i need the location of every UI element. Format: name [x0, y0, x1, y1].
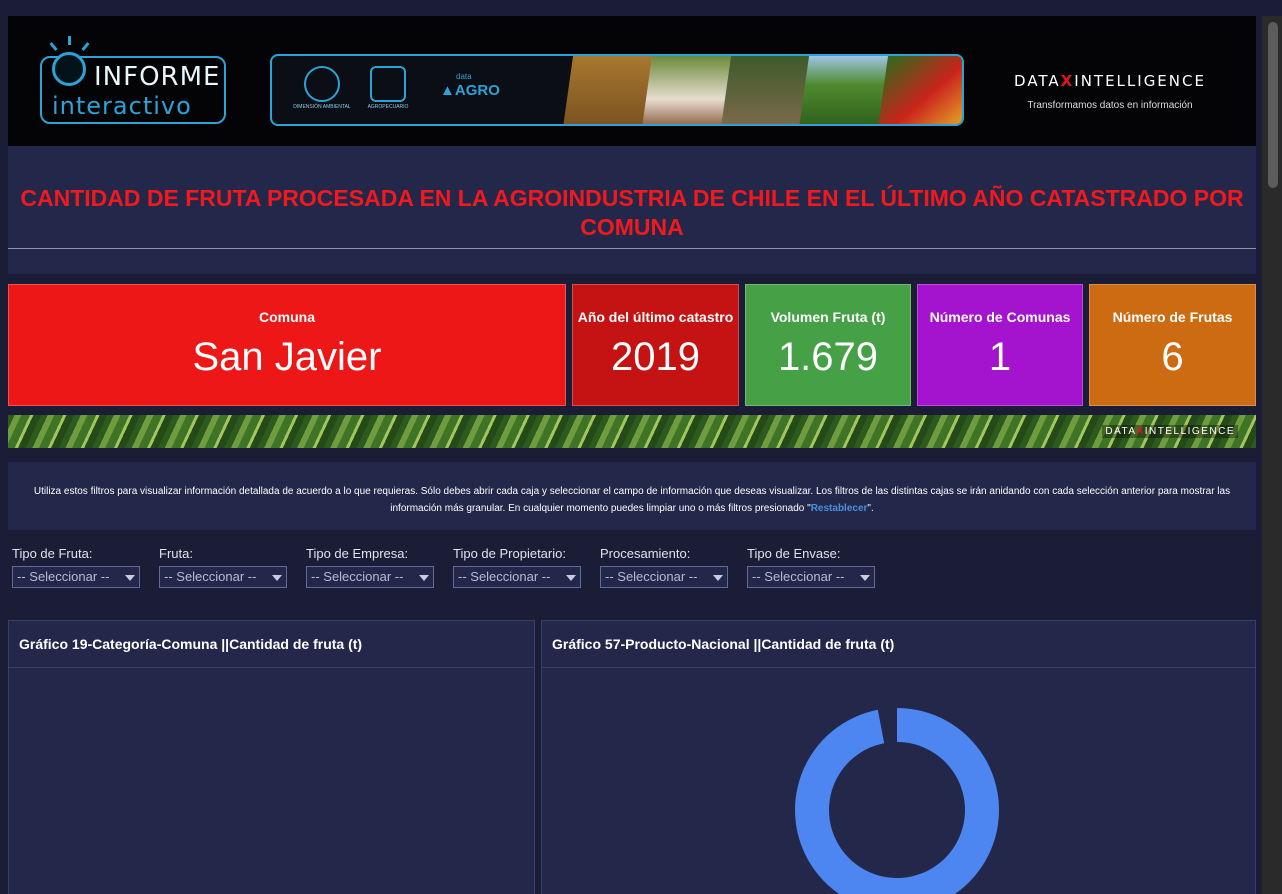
- donut-slice-0[interactable]: [795, 708, 999, 894]
- tipo-envase-select[interactable]: -- Seleccionar --: [747, 566, 875, 588]
- donut-chart: [795, 708, 999, 894]
- kpi-cards: Comuna San Javier Año del último catastr…: [8, 284, 1256, 406]
- data-intelligence-logo: DATAXINTELLIGENCE Transformamos datos en…: [1014, 72, 1206, 111]
- dimension-ambiental-seal-icon: [304, 66, 340, 102]
- chevron-down-icon: [125, 575, 135, 581]
- chart-panel-producto-nacional: Gráfico 57-Producto-Nacional ||Cantidad …: [541, 620, 1256, 894]
- kpi-card-volumen: Volumen Fruta (t) 1.679: [745, 284, 911, 406]
- filter-fruta: Fruta: -- Seleccionar --: [159, 546, 287, 588]
- page-title: CANTIDAD DE FRUTA PROCESADA EN LA AGROIN…: [20, 185, 1244, 240]
- filter-procesamiento: Procesamiento: -- Seleccionar --: [600, 546, 728, 588]
- filter-instructions: Utiliza estos filtros para visualizar in…: [8, 462, 1256, 530]
- scrollbar-thumb[interactable]: [1268, 22, 1278, 188]
- dashboard-page: INFORME interactivo DIMENSIÓN AMBIENTAL …: [8, 16, 1256, 894]
- chevron-down-icon: [419, 575, 429, 581]
- title-section: CANTIDAD DE FRUTA PROCESADA EN LA AGROIN…: [8, 146, 1256, 274]
- chart-panel-title: Gráfico 57-Producto-Nacional ||Cantidad …: [542, 621, 1255, 668]
- restablecer-link[interactable]: Restablecer: [811, 503, 868, 514]
- chevron-down-icon: [713, 575, 723, 581]
- kpi-card-frutas: Número de Frutas 6: [1089, 284, 1256, 406]
- kpi-card-anio: Año del último catastro 2019: [572, 284, 739, 406]
- filter-tipo-propietario: Tipo de Propietario: -- Seleccionar --: [453, 546, 581, 588]
- tipo-propietario-select[interactable]: -- Seleccionar --: [453, 566, 581, 588]
- lightbulb-icon: [52, 52, 86, 86]
- filter-tipo-empresa: Tipo de Empresa: -- Seleccionar --: [306, 546, 434, 588]
- procesamiento-select[interactable]: -- Seleccionar --: [600, 566, 728, 588]
- kpi-card-comunas: Número de Comunas 1: [917, 284, 1083, 406]
- agropecuario-seal-icon: [370, 66, 406, 102]
- chart-panel-categoria-comuna: Gráfico 19-Categoría-Comuna ||Cantidad d…: [8, 620, 535, 894]
- partner-logos-banner: DIMENSIÓN AMBIENTAL AGROPECUARIO data ▲A…: [270, 54, 964, 126]
- agro-photo-strip: [562, 56, 962, 124]
- leaf-banner: DATAXINTELLIGENCE: [8, 415, 1256, 448]
- filter-tipo-fruta: Tipo de Fruta: -- Seleccionar --: [12, 546, 140, 588]
- vertical-scrollbar[interactable]: [1262, 16, 1282, 894]
- data-agro-logo: data ▲AGRO: [440, 72, 500, 99]
- tipo-fruta-select[interactable]: -- Seleccionar --: [12, 566, 140, 588]
- data-intelligence-small-logo: DATAXINTELLIGENCE: [1102, 425, 1238, 438]
- title-divider: [8, 248, 1256, 249]
- fruta-select[interactable]: -- Seleccionar --: [159, 566, 287, 588]
- chart-panel-title: Gráfico 19-Categoría-Comuna ||Cantidad d…: [9, 621, 534, 668]
- tipo-empresa-select[interactable]: -- Seleccionar --: [306, 566, 434, 588]
- kpi-card-comuna: Comuna San Javier: [8, 284, 566, 406]
- filter-tipo-envase: Tipo de Envase: -- Seleccionar --: [747, 546, 875, 588]
- chevron-down-icon: [566, 575, 576, 581]
- informe-interactivo-logo: INFORME interactivo: [38, 36, 228, 128]
- header-banner: INFORME interactivo DIMENSIÓN AMBIENTAL …: [8, 16, 1256, 146]
- chevron-down-icon: [860, 575, 870, 581]
- chevron-down-icon: [272, 575, 282, 581]
